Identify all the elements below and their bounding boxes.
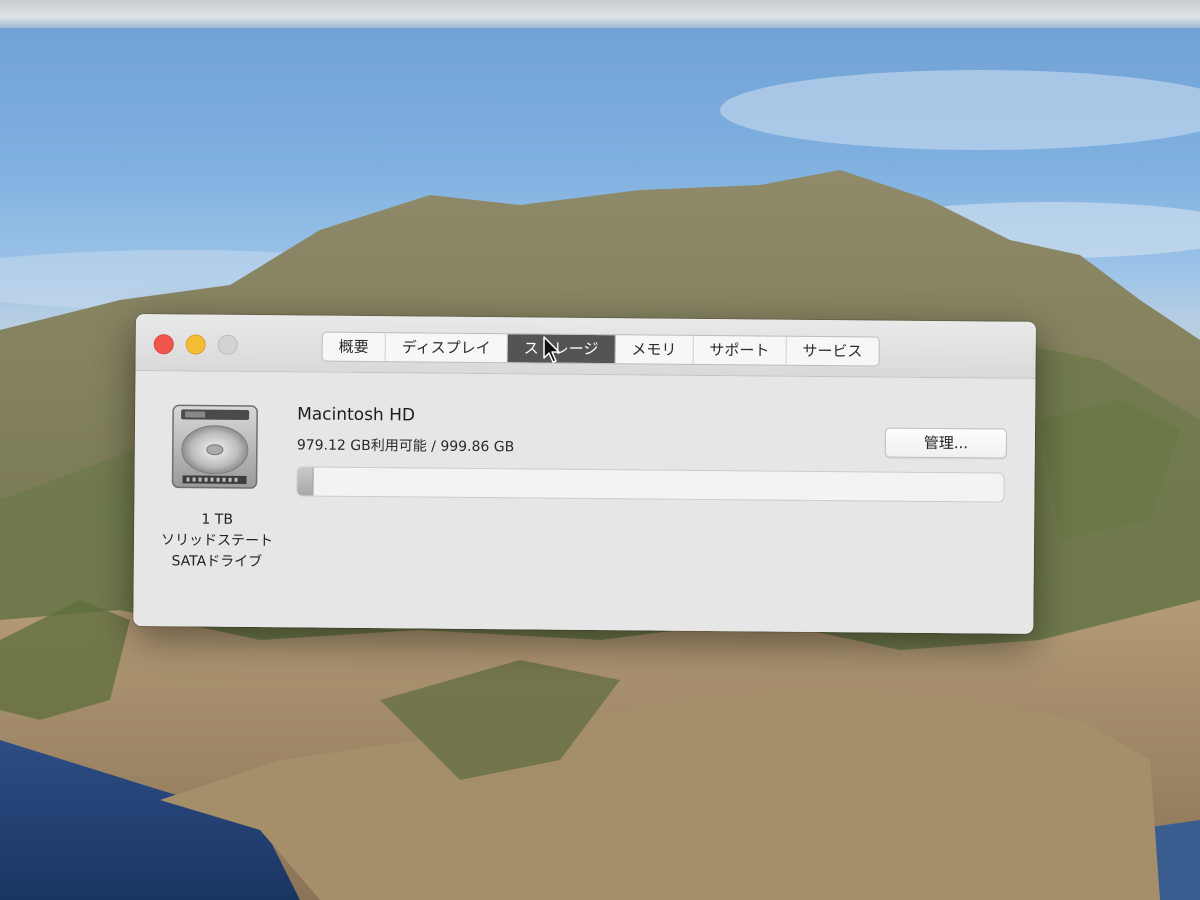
drive-type: ソリッドステート (160, 532, 274, 550)
window-titlebar[interactable]: 概要 ディスプレイ ストレージ メモリ サポート サービス (135, 314, 1036, 379)
minimize-button[interactable] (185, 334, 206, 355)
volume-name: Macintosh HD (297, 404, 416, 426)
storage-usage-bar (296, 466, 1005, 503)
mouse-cursor-icon (543, 336, 560, 363)
tab-displays[interactable]: ディスプレイ (385, 333, 508, 363)
tab-overview[interactable]: 概要 (322, 332, 386, 362)
hard-drive-icon (171, 404, 258, 489)
close-button[interactable] (153, 334, 174, 355)
zoom-button[interactable] (217, 334, 238, 355)
monitor-bezel (0, 0, 1200, 28)
manage-button[interactable]: 管理... (884, 427, 1008, 459)
drive-capacity: 1 TB (201, 511, 234, 528)
tab-service[interactable]: サービス (786, 337, 878, 366)
volume-capacity: 979.12 GB利用可能 / 999.86 GB (296, 437, 515, 456)
tab-support[interactable]: サポート (693, 335, 787, 365)
tab-memory[interactable]: メモリ (615, 335, 694, 364)
desktop: 概要 ディスプレイ ストレージ メモリ サポート サービス 1 TB ソリッドス… (0, 0, 1200, 900)
storage-used-segment (297, 467, 314, 496)
drive-info: 1 TB ソリッドステート SATAドライブ (142, 509, 293, 573)
drive-interface: SATAドライブ (171, 553, 263, 571)
tab-bar: 概要 ディスプレイ ストレージ メモリ サポート サービス (321, 331, 880, 367)
storage-panel: 1 TB ソリッドステート SATAドライブ Macintosh HD 979.… (133, 370, 1036, 634)
about-this-mac-window[interactable]: 概要 ディスプレイ ストレージ メモリ サポート サービス 1 TB ソリッドス… (133, 314, 1036, 634)
